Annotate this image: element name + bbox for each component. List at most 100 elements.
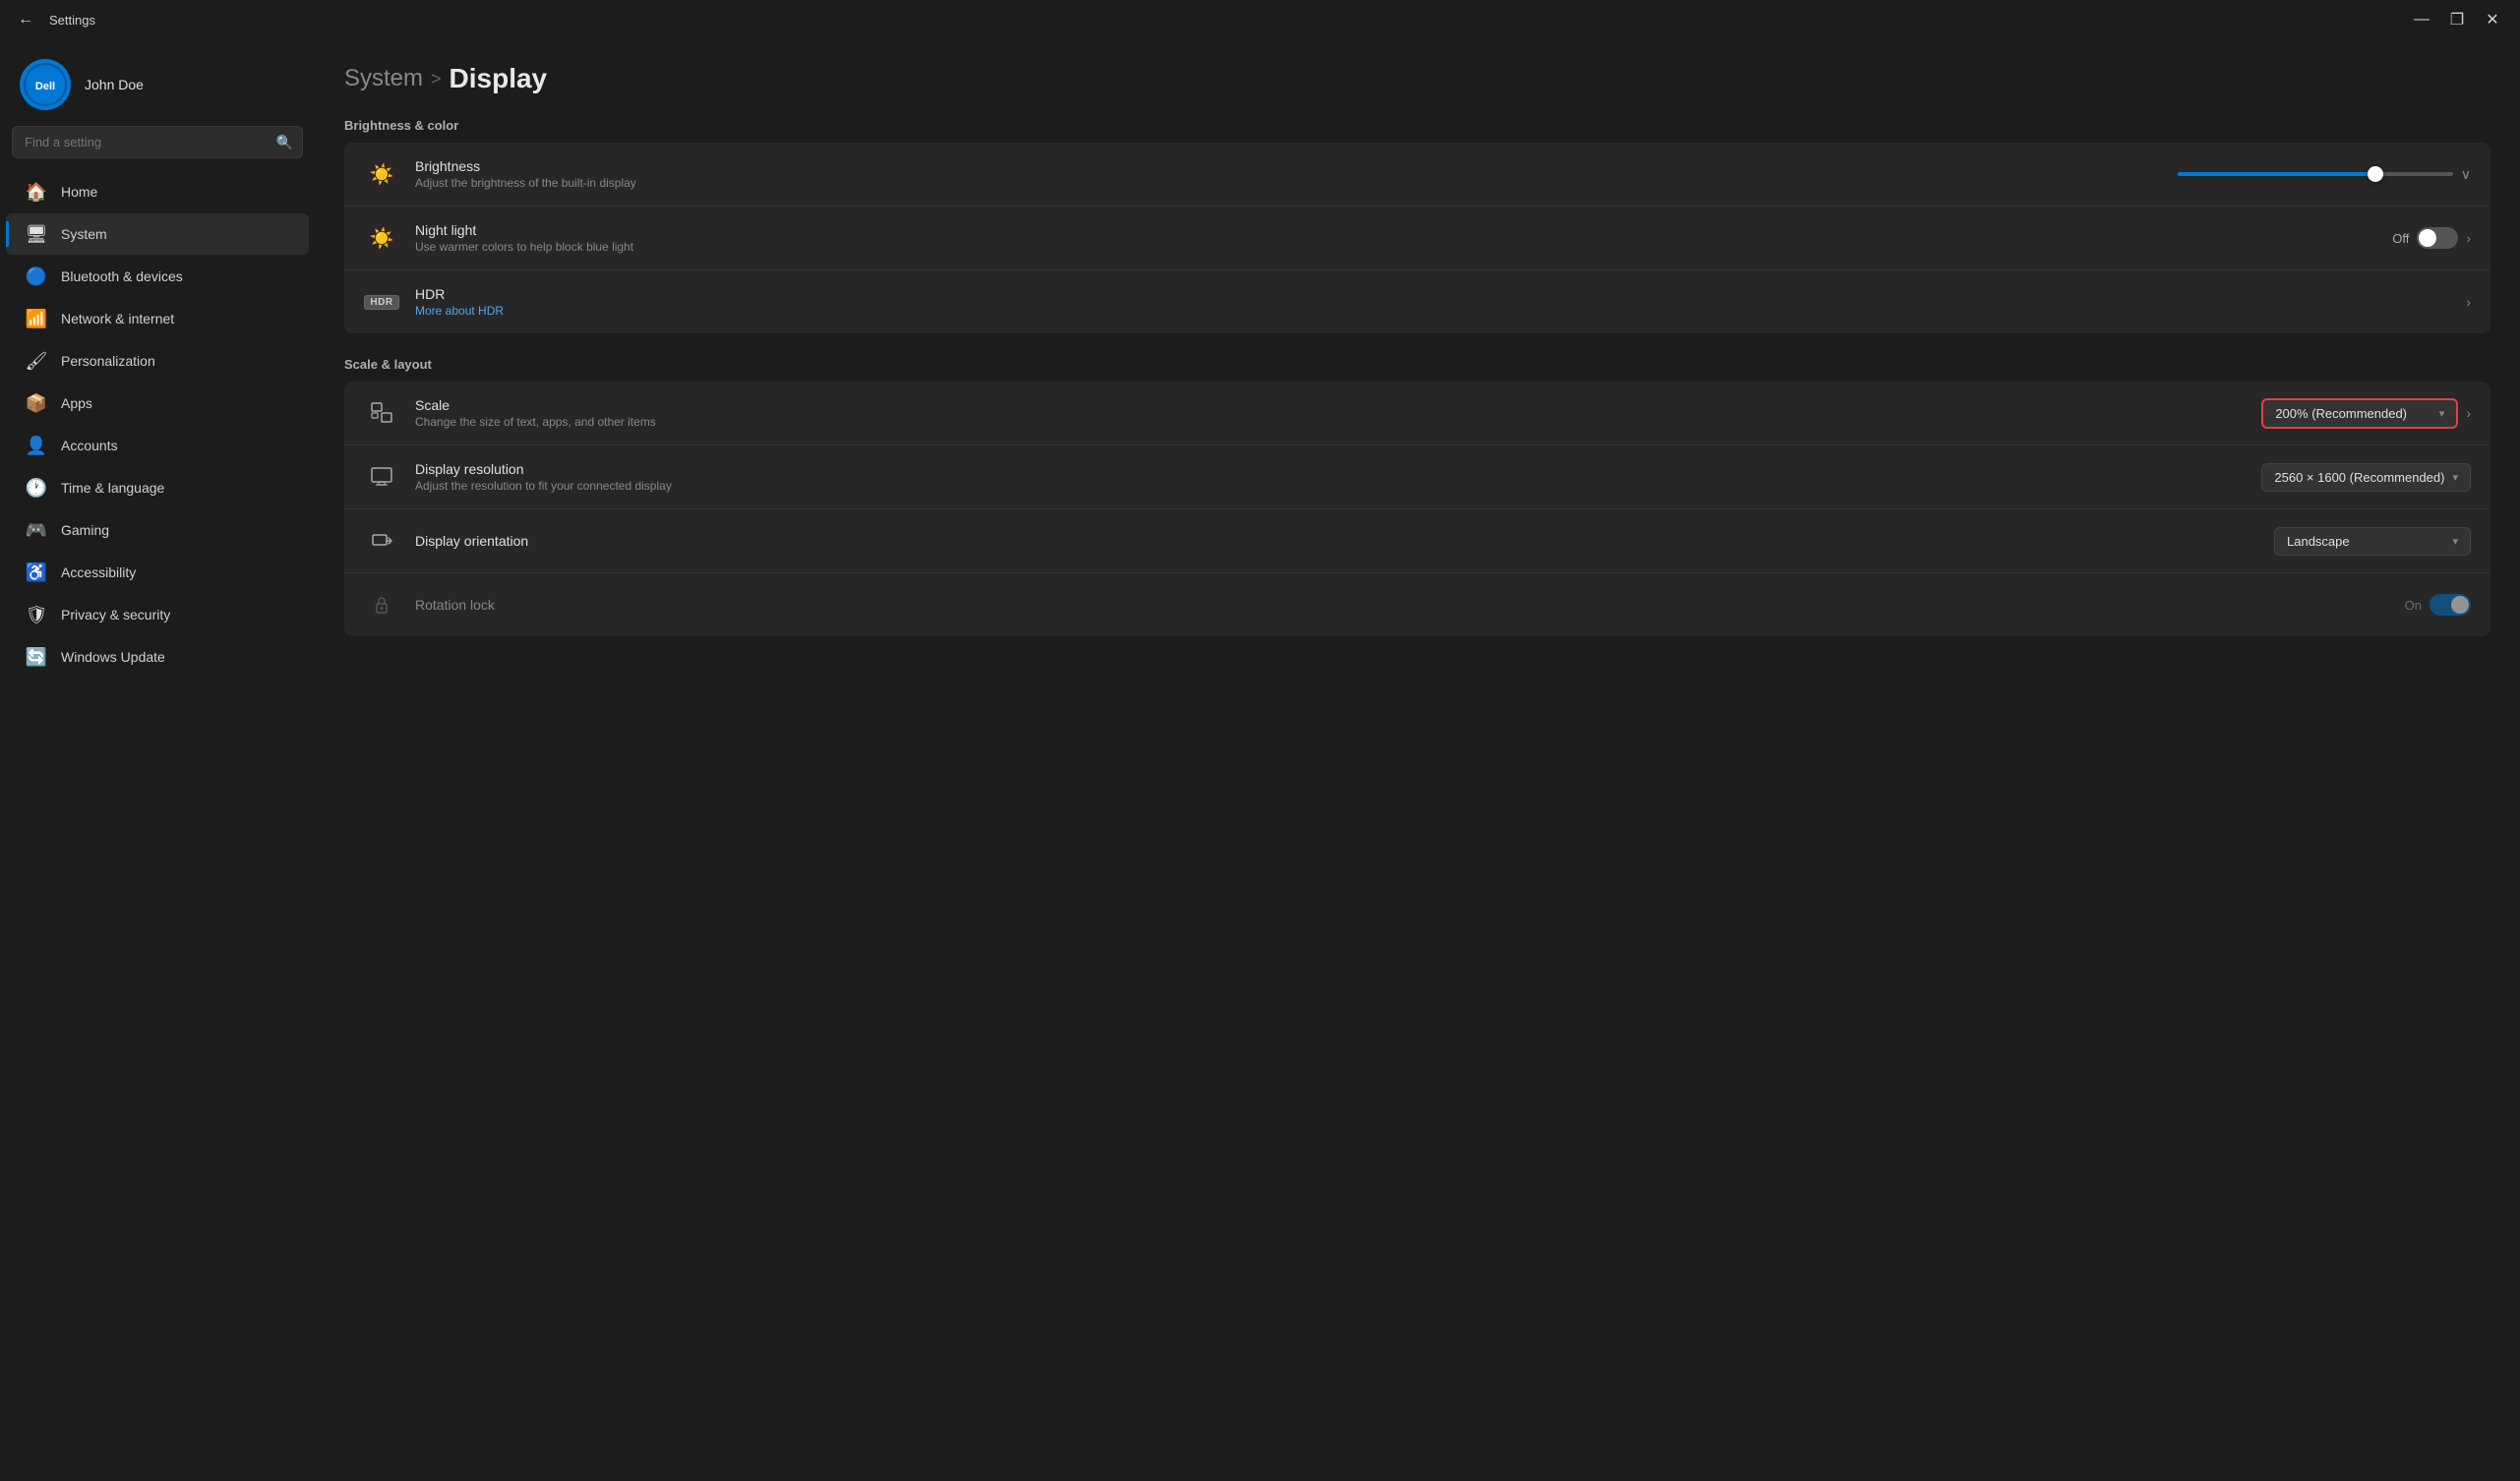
night-light-control: Off › (2392, 227, 2471, 249)
maximize-button[interactable]: ❐ (2441, 8, 2473, 31)
resolution-title: Display resolution (415, 461, 2261, 477)
resolution-dropdown[interactable]: 2560 × 1600 (Recommended) ▾ (2261, 463, 2471, 492)
settings-window: ← Settings — ❐ ✕ Dell Joh (0, 0, 2520, 1481)
orientation-icon (364, 523, 399, 559)
brightness-title: Brightness (415, 158, 2178, 174)
sidebar-item-personalization[interactable]: 🖌Personalization (6, 340, 309, 382)
nav-list: 🏠Home 🖥 System 🔵 Bluetooth & devices 📶Network… (0, 170, 315, 679)
main-layout: Dell John Doe 🔍 🏠Home🖥System🔵Bluetooth &… (0, 39, 2520, 1481)
sidebar-item-label-bluetooth: Bluetooth & devices (61, 268, 183, 284)
hdr-icon: HDR (364, 284, 399, 320)
brightness-icon: ☀️ (364, 156, 399, 192)
minimize-button[interactable]: — (2406, 8, 2437, 31)
dell-logo: Dell (24, 63, 67, 106)
night-light-toggle-knob (2419, 229, 2436, 247)
titlebar-left: ← Settings (12, 9, 95, 30)
hdr-control: › (2466, 294, 2471, 310)
sidebar-item-system[interactable]: 🖥 System (6, 213, 309, 255)
time-icon: 🕐 (26, 477, 47, 499)
sidebar-item-accessibility[interactable]: ♿Accessibility (6, 552, 309, 593)
orientation-title: Display orientation (415, 533, 2274, 549)
sidebar-item-privacy[interactable]: 🛡 Privacy & security (6, 594, 309, 635)
sidebar-item-label-home: Home (61, 184, 97, 200)
scale-text: Scale Change the size of text, apps, and… (415, 397, 2261, 429)
hdr-title: HDR (415, 286, 2466, 302)
brightness-chevron: ∨ (2461, 166, 2471, 183)
scale-subtitle: Change the size of text, apps, and other… (415, 415, 2261, 429)
night-light-subtitle: Use warmer colors to help block blue lig… (415, 240, 2392, 254)
night-light-toggle[interactable] (2417, 227, 2458, 249)
network-icon: 📶 (26, 308, 47, 329)
rotation-lock-toggle-knob (2451, 596, 2469, 614)
avatar: Dell (20, 59, 71, 110)
resolution-icon (364, 459, 399, 495)
sidebar-item-label-system: System (61, 226, 107, 242)
sidebar-item-label-accessibility: Accessibility (61, 564, 136, 580)
scale-chevron: › (2466, 405, 2471, 421)
night-light-text: Night light Use warmer colors to help bl… (415, 222, 2392, 254)
rotation-lock-control: On (2405, 594, 2471, 616)
sidebar-item-label-privacy: Privacy & security (61, 607, 170, 622)
sidebar-item-label-accounts: Accounts (61, 438, 118, 453)
rotation-lock-icon (364, 587, 399, 622)
scale-row[interactable]: Scale Change the size of text, apps, and… (344, 382, 2490, 445)
sidebar-item-windows_update[interactable]: 🔄Windows Update (6, 636, 309, 678)
rotation-lock-title: Rotation lock (415, 597, 2405, 613)
user-name: John Doe (85, 77, 144, 92)
titlebar: ← Settings — ❐ ✕ (0, 0, 2520, 39)
svg-text:Dell: Dell (35, 81, 55, 92)
personalization-icon: 🖌 (26, 350, 47, 372)
accounts-icon: 👤 (26, 435, 47, 456)
resolution-subtitle: Adjust the resolution to fit your connec… (415, 479, 2261, 493)
resolution-text: Display resolution Adjust the resolution… (415, 461, 2261, 493)
night-light-chevron: › (2466, 230, 2471, 246)
titlebar-controls: — ❐ ✕ (2406, 8, 2508, 31)
hdr-text: HDR More about HDR (415, 286, 2466, 318)
resolution-dropdown-chevron: ▾ (2452, 471, 2458, 484)
apps-icon: 📦 (26, 392, 47, 414)
breadcrumb-parent[interactable]: System (344, 65, 423, 92)
sidebar-item-apps[interactable]: 📦Apps (6, 383, 309, 424)
orientation-control: Landscape ▾ (2274, 527, 2471, 556)
sidebar-item-gaming[interactable]: 🎮 Gaming (6, 509, 309, 551)
hdr-badge: HDR (364, 295, 398, 310)
night-light-row[interactable]: ☀️ Night light Use warmer colors to help… (344, 207, 2490, 270)
sidebar-item-bluetooth[interactable]: 🔵 Bluetooth & devices (6, 256, 309, 297)
privacy-icon: 🛡 (26, 604, 47, 625)
breadcrumb-current: Display (450, 63, 548, 94)
resolution-row[interactable]: Display resolution Adjust the resolution… (344, 445, 2490, 509)
section-brightness-color-title: Brightness & color (344, 118, 2490, 133)
sidebar-item-label-gaming: Gaming (61, 522, 109, 538)
scale-dropdown-value: 200% (Recommended) (2275, 406, 2407, 421)
brightness-slider[interactable] (2178, 172, 2453, 176)
rotation-lock-toggle[interactable] (2430, 594, 2471, 616)
night-light-title: Night light (415, 222, 2392, 238)
orientation-dropdown[interactable]: Landscape ▾ (2274, 527, 2471, 556)
bluetooth-icon: 🔵 (26, 266, 47, 287)
orientation-text: Display orientation (415, 533, 2274, 549)
rotation-lock-text: Rotation lock (415, 597, 2405, 613)
brightness-row[interactable]: ☀️ Brightness Adjust the brightness of t… (344, 143, 2490, 207)
scale-dropdown-chevron: ▾ (2439, 407, 2445, 420)
resolution-control: 2560 × 1600 (Recommended) ▾ (2261, 463, 2471, 492)
search-input[interactable] (12, 126, 303, 158)
system-icon: 🖥 (26, 223, 47, 245)
breadcrumb: System > Display (344, 63, 2490, 94)
hdr-chevron: › (2466, 294, 2471, 310)
sidebar-item-home[interactable]: 🏠Home (6, 171, 309, 212)
sidebar-item-time[interactable]: 🕐Time & language (6, 467, 309, 508)
sidebar-item-network[interactable]: 📶Network & internet (6, 298, 309, 339)
back-button[interactable]: ← (12, 9, 39, 30)
hdr-subtitle-link[interactable]: More about HDR (415, 304, 2466, 318)
gaming-icon: 🎮 (26, 519, 47, 541)
scale-icon (364, 395, 399, 431)
scale-title: Scale (415, 397, 2261, 413)
hdr-row[interactable]: HDR HDR More about HDR › (344, 270, 2490, 333)
breadcrumb-separator: > (431, 69, 442, 89)
close-button[interactable]: ✕ (2477, 8, 2508, 31)
scale-dropdown[interactable]: 200% (Recommended) ▾ (2261, 398, 2458, 429)
user-section: Dell John Doe (0, 39, 315, 126)
orientation-row[interactable]: Display orientation Landscape ▾ (344, 509, 2490, 573)
sidebar-item-accounts[interactable]: 👤 Accounts (6, 425, 309, 466)
sidebar: Dell John Doe 🔍 🏠Home🖥System🔵Bluetooth &… (0, 39, 315, 1481)
